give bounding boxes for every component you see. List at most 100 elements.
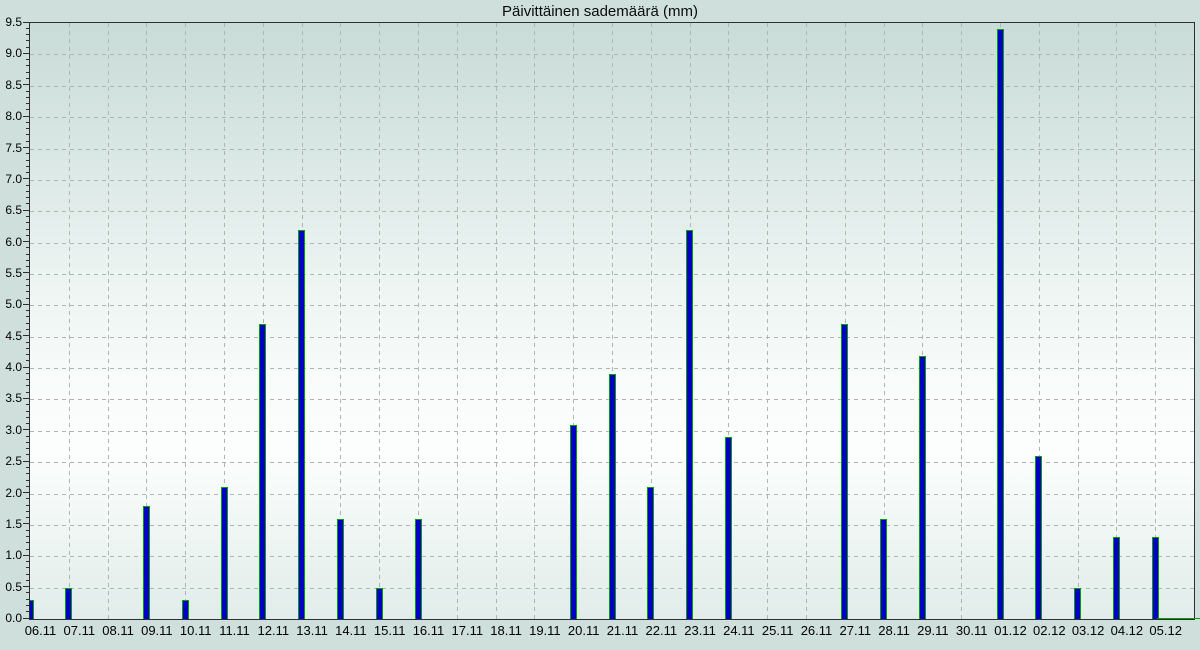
x-gridline xyxy=(457,23,458,619)
y-tick-label: 0.5 xyxy=(0,581,22,593)
y-tick-label: 7.5 xyxy=(0,142,22,154)
bar xyxy=(647,487,654,619)
bar xyxy=(65,588,72,619)
y-major-tick xyxy=(23,210,29,211)
bar xyxy=(298,230,305,619)
y-minor-tick xyxy=(26,392,29,393)
zero-baseline-green xyxy=(1157,618,1200,620)
bar xyxy=(1074,588,1081,619)
x-gridline xyxy=(961,23,962,619)
rainfall-chart-figure: Päivittäinen sademäärä (mm) 0.00.51.01.5… xyxy=(0,0,1200,650)
y-minor-tick xyxy=(26,342,29,343)
y-tick-label: 6.0 xyxy=(0,236,22,248)
x-gridline xyxy=(1155,23,1156,619)
y-tick-label: 4.5 xyxy=(0,330,22,342)
y-tick-label: 1.5 xyxy=(0,518,22,530)
y-minor-tick xyxy=(26,291,29,292)
y-minor-tick xyxy=(26,222,29,223)
y-major-tick xyxy=(23,618,29,619)
y-minor-tick xyxy=(26,128,29,129)
y-minor-tick xyxy=(26,442,29,443)
y-minor-tick xyxy=(26,203,29,204)
chart-title: Päivittäinen sademäärä (mm) xyxy=(0,3,1200,20)
y-minor-tick xyxy=(26,417,29,418)
y-minor-tick xyxy=(26,549,29,550)
y-minor-tick xyxy=(26,486,29,487)
y-minor-tick xyxy=(26,498,29,499)
y-minor-tick xyxy=(26,285,29,286)
y-major-tick xyxy=(23,147,29,148)
y-minor-tick xyxy=(26,354,29,355)
y-tick-label: 3.5 xyxy=(0,392,22,404)
bar xyxy=(259,324,266,619)
x-gridline xyxy=(806,23,807,619)
y-minor-tick xyxy=(26,517,29,518)
y-minor-tick xyxy=(26,103,29,104)
y-minor-tick xyxy=(26,404,29,405)
y-major-tick xyxy=(23,461,29,462)
x-tick-label: 05.12 xyxy=(1142,624,1190,638)
y-tick-label: 8.0 xyxy=(0,110,22,122)
y-tick-label: 8.5 xyxy=(0,79,22,91)
x-gridline xyxy=(1078,23,1079,619)
y-tick-label: 3.0 xyxy=(0,424,22,436)
y-minor-tick xyxy=(26,34,29,35)
x-gridline xyxy=(767,23,768,619)
bar xyxy=(841,324,848,619)
plot-area xyxy=(29,22,1195,620)
y-minor-tick xyxy=(26,65,29,66)
bar xyxy=(725,437,732,619)
bar xyxy=(880,519,887,619)
bar xyxy=(686,230,693,619)
y-minor-tick xyxy=(26,505,29,506)
y-minor-tick xyxy=(26,141,29,142)
y-minor-tick xyxy=(26,611,29,612)
y-tick-label: 7.0 xyxy=(0,173,22,185)
bar xyxy=(919,356,926,620)
y-minor-tick xyxy=(26,511,29,512)
y-minor-tick xyxy=(26,160,29,161)
y-minor-tick xyxy=(26,229,29,230)
y-tick-label: 5.5 xyxy=(0,267,22,279)
y-major-tick xyxy=(23,84,29,85)
y-minor-tick xyxy=(26,197,29,198)
y-minor-tick xyxy=(26,47,29,48)
y-minor-tick xyxy=(26,310,29,311)
y-minor-tick xyxy=(26,166,29,167)
y-minor-tick xyxy=(26,266,29,267)
y-minor-tick xyxy=(26,574,29,575)
y-tick-label: 2.5 xyxy=(0,455,22,467)
y-minor-tick xyxy=(26,329,29,330)
y-minor-tick xyxy=(26,561,29,562)
y-major-tick xyxy=(23,335,29,336)
y-minor-tick xyxy=(26,247,29,248)
y-minor-tick xyxy=(26,172,29,173)
y-minor-tick xyxy=(26,40,29,41)
y-minor-tick xyxy=(26,72,29,73)
y-major-tick xyxy=(23,367,29,368)
y-major-tick xyxy=(23,492,29,493)
y-tick-label: 9.0 xyxy=(0,47,22,59)
y-tick-label: 4.0 xyxy=(0,361,22,373)
y-tick-label: 2.0 xyxy=(0,487,22,499)
y-minor-tick xyxy=(26,279,29,280)
bar xyxy=(143,506,150,619)
y-minor-tick xyxy=(26,411,29,412)
y-major-tick xyxy=(23,178,29,179)
y-minor-tick xyxy=(26,448,29,449)
y-major-tick xyxy=(23,304,29,305)
x-gridline xyxy=(108,23,109,619)
y-major-tick xyxy=(23,523,29,524)
y-minor-tick xyxy=(26,185,29,186)
x-gridline xyxy=(1116,23,1117,619)
y-minor-tick xyxy=(26,134,29,135)
y-minor-tick xyxy=(26,454,29,455)
bar xyxy=(1152,537,1159,619)
y-minor-tick xyxy=(26,298,29,299)
y-minor-tick xyxy=(26,605,29,606)
bar xyxy=(182,600,189,619)
y-tick-label: 5.0 xyxy=(0,298,22,310)
y-minor-tick xyxy=(26,373,29,374)
y-minor-tick xyxy=(26,423,29,424)
y-minor-tick xyxy=(26,260,29,261)
